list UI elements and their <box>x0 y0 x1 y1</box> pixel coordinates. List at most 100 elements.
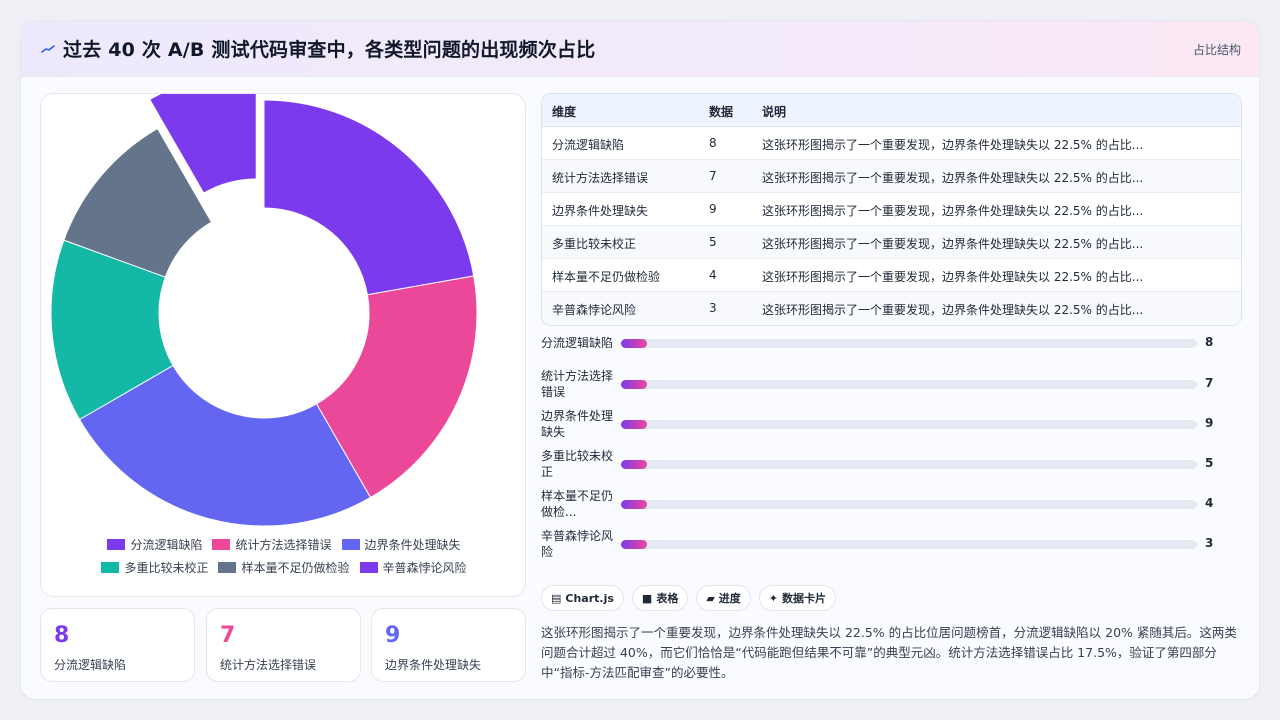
progress-value: 3 <box>1205 536 1214 550</box>
donut-chart-panel: 分流逻辑缺陷 统计方法选择错误 边界条件处理缺失 多重比较未校正 样本量不足仍做… <box>40 93 526 597</box>
tag-label: 数据卡片 <box>782 592 827 605</box>
table-row: 辛普森悖论风险 3 这张环形图揭示了一个重要发现，边界条件处理缺失以 22.5%… <box>542 292 1241 325</box>
progress-value: 8 <box>1205 335 1214 349</box>
progress-fill <box>621 420 647 429</box>
legend-label: 统计方法选择错误 <box>235 538 332 552</box>
cell-dimension: 分流逻辑缺陷 <box>552 138 625 152</box>
legend-label: 辛普森悖论风险 <box>382 561 467 575</box>
cell-dimension: 样本量不足仍做检验 <box>552 270 661 284</box>
legend-item[interactable]: 多重比较未校正 <box>101 559 208 576</box>
cell-description: 这张环形图揭示了一个重要发现，边界条件处理缺失以 22.5% 的占比... <box>762 171 1144 185</box>
cell-description: 这张环形图揭示了一个重要发现，边界条件处理缺失以 22.5% 的占比... <box>762 270 1144 284</box>
table-header: 维度 数据 说明 <box>542 94 1241 127</box>
cell-description: 这张环形图揭示了一个重要发现，边界条件处理缺失以 22.5% 的占比... <box>762 204 1144 218</box>
stat-label: 分流逻辑缺陷 <box>54 658 127 672</box>
table-row: 分流逻辑缺陷 8 这张环形图揭示了一个重要发现，边界条件处理缺失以 22.5% … <box>542 127 1241 160</box>
tag-chip[interactable]: ▤ Chart.js <box>541 585 624 611</box>
progress-label-line: 缺失 <box>541 425 566 439</box>
progress-value: 5 <box>1205 456 1214 470</box>
progress-track <box>621 460 1197 469</box>
legend-item[interactable]: 统计方法选择错误 <box>212 536 332 553</box>
sparkle-icon: ✦ <box>768 591 779 605</box>
progress-value: 9 <box>1205 416 1214 430</box>
cell-description: 这张环形图揭示了一个重要发现，边界条件处理缺失以 22.5% 的占比... <box>762 138 1144 152</box>
legend-swatch <box>107 539 126 550</box>
stat-label: 边界条件处理缺失 <box>385 658 482 672</box>
tag-chip[interactable]: ■ 表格 <box>631 585 689 611</box>
tag-chip[interactable]: ✦ 数据卡片 <box>758 585 837 611</box>
tag-row: ▤ Chart.js ■ 表格 ▰ 进度 ✦ 数据卡片 <box>541 585 837 611</box>
progress-label-line: 分流逻辑缺陷 <box>541 336 614 350</box>
trend-line-icon <box>41 45 55 53</box>
stat-label: 统计方法选择错误 <box>220 658 317 672</box>
data-table: 维度 数据 说明 分流逻辑缺陷 8 这张环形图揭示了一个重要发现，边界条件处理缺… <box>541 93 1242 326</box>
cell-value: 5 <box>709 235 717 249</box>
cell-value: 9 <box>709 202 717 216</box>
progress-label: 分流逻辑缺陷 <box>541 335 617 351</box>
stat-card: 9 边界条件处理缺失 <box>371 608 526 682</box>
tag-label: 进度 <box>718 592 741 605</box>
legend-label: 边界条件处理缺失 <box>364 538 461 552</box>
progress-fill <box>621 380 647 389</box>
progress-fill <box>621 540 647 549</box>
stat-value: 7 <box>220 623 236 648</box>
cell-dimension: 统计方法选择错误 <box>552 171 649 185</box>
stat-value: 8 <box>54 623 70 648</box>
cell-value: 4 <box>709 268 717 282</box>
progress-label: 样本量不足仍 做检... <box>541 488 617 520</box>
progress-label: 统计方法选择 错误 <box>541 368 617 400</box>
legend-swatch <box>359 562 378 573</box>
cell-dimension: 辛普森悖论风险 <box>552 303 637 317</box>
chart-legend: 分流逻辑缺陷 统计方法选择错误 边界条件处理缺失 多重比较未校正 样本量不足仍做… <box>41 536 527 582</box>
legend-swatch <box>218 562 237 573</box>
cell-value: 8 <box>709 136 717 150</box>
legend-item[interactable]: 边界条件处理缺失 <box>341 536 461 553</box>
progress-fill <box>621 500 647 509</box>
progress-label-line: 做检... <box>541 505 577 519</box>
report-card: 过去 40 次 A/B 测试代码审查中，各类型问题的出现频次占比 占比结构 分流… <box>20 20 1260 700</box>
progress-label-line: 辛普森悖论风 <box>541 529 614 543</box>
header-bar: 过去 40 次 A/B 测试代码审查中，各类型问题的出现频次占比 占比结构 <box>21 21 1259 77</box>
table-icon: ■ <box>641 591 653 605</box>
legend-swatch <box>341 539 360 550</box>
progress-track <box>621 420 1197 429</box>
progress-label-line: 险 <box>541 545 554 559</box>
progress-label-line: 样本量不足仍 <box>541 489 614 503</box>
header-cell-data: 数据 <box>709 105 734 119</box>
table-row: 边界条件处理缺失 9 这张环形图揭示了一个重要发现，边界条件处理缺失以 22.5… <box>542 193 1241 226</box>
progress-label: 多重比较未校正 <box>541 448 617 480</box>
legend-swatch <box>212 539 231 550</box>
donut-chart <box>50 94 478 527</box>
donut-slice[interactable] <box>263 99 475 296</box>
cell-value: 7 <box>709 169 717 183</box>
progress-label-line: 多重比较未校 <box>541 449 614 463</box>
legend-label: 多重比较未校正 <box>124 561 209 575</box>
tag-label: 表格 <box>656 592 679 605</box>
section-badge: 占比结构 <box>1192 43 1241 57</box>
progress-label: 边界条件处理 缺失 <box>541 408 617 440</box>
legend-item[interactable]: 分流逻辑缺陷 <box>107 536 202 553</box>
legend-item[interactable]: 样本量不足仍做检验 <box>218 559 350 576</box>
chart-icon: ▤ <box>551 591 562 605</box>
progress-track <box>621 339 1197 348</box>
progress-label-line: 正 <box>541 465 554 479</box>
progress-icon: ▰ <box>706 591 715 605</box>
summary-text: 这张环形图揭示了一个重要发现，边界条件处理缺失以 22.5% 的占比位居问题榜首… <box>541 625 1237 680</box>
header-cell-description: 说明 <box>762 105 787 119</box>
legend-item[interactable]: 辛普森悖论风险 <box>359 559 467 576</box>
stat-card: 7 统计方法选择错误 <box>206 608 361 682</box>
progress-fill <box>621 339 647 348</box>
progress-track <box>621 500 1197 509</box>
tag-chip[interactable]: ▰ 进度 <box>696 585 751 611</box>
legend-label: 分流逻辑缺陷 <box>130 538 203 552</box>
cell-dimension: 多重比较未校正 <box>552 237 637 251</box>
page-title: 过去 40 次 A/B 测试代码审查中，各类型问题的出现频次占比 <box>63 39 596 61</box>
progress-label-line: 统计方法选择 <box>541 369 614 383</box>
header-cell-dimension: 维度 <box>552 105 577 119</box>
progress-label-line: 错误 <box>541 385 566 399</box>
cell-description: 这张环形图揭示了一个重要发现，边界条件处理缺失以 22.5% 的占比... <box>762 303 1144 317</box>
table-row: 样本量不足仍做检验 4 这张环形图揭示了一个重要发现，边界条件处理缺失以 22.… <box>542 259 1241 292</box>
progress-label: 辛普森悖论风险 <box>541 528 617 560</box>
legend-label: 样本量不足仍做检验 <box>241 561 350 575</box>
stat-value: 9 <box>385 623 401 648</box>
